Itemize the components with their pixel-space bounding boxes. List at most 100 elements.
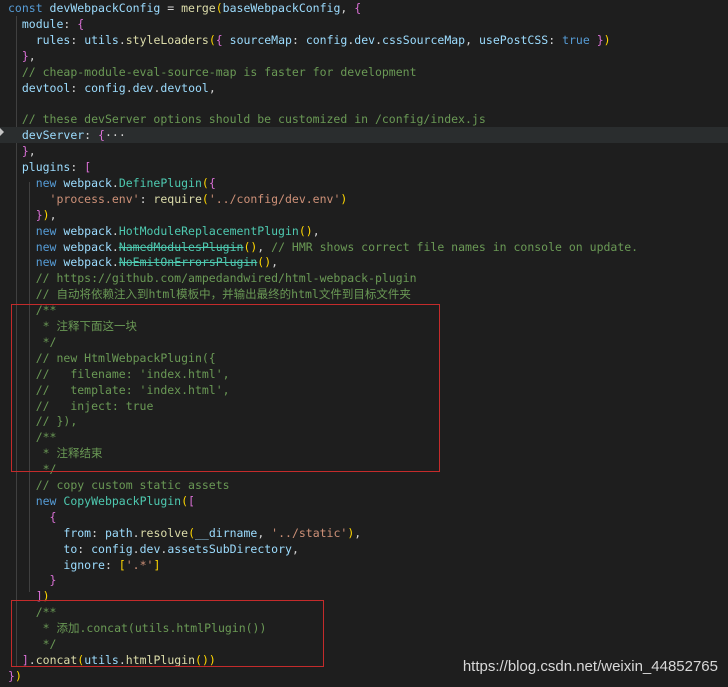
code-token: merge [181,1,216,15]
code-token: usePostCSS [478,32,549,47]
code-token: dev [354,32,376,47]
code-token: { [354,1,362,15]
code-token: . [125,80,133,95]
code-token: // 自动将依赖注入到html模板中，并输出最终的html文件到目标文件夹 [35,287,411,302]
code-line[interactable]: module: { [8,16,84,32]
code-line[interactable]: new webpack.NoEmitOnErrorsPlugin(), [8,254,278,270]
code-token: devtool [160,80,209,95]
code-line[interactable]: new webpack.DefinePlugin({ [8,175,216,191]
code-token: . [132,525,140,540]
code-token: ) [340,191,348,206]
code-token: new [35,239,64,254]
code-token: baseWebpackConfig [222,1,341,15]
code-line[interactable]: }, [8,143,36,159]
code-line[interactable]: plugins: [ [8,159,91,175]
code-token: { [98,128,105,143]
code-token: new [35,493,64,508]
code-line[interactable]: devServer: {··· [0,127,728,144]
code-token: [ [84,160,92,174]
code-token: config [91,541,133,556]
code-line[interactable]: // https://github.com/ampedandwired/html… [8,270,417,286]
code-token: dev [139,541,161,556]
code-token: { [49,509,57,524]
code-token: . [118,32,126,47]
code-token: '../static' [271,525,348,540]
code-token: devWebpackConfig [49,1,161,15]
code-line[interactable]: from: path.resolve(__dirname, '../static… [8,525,361,541]
code-token: ( [188,525,195,540]
code-line[interactable]: 'process.env': require('../config/dev.en… [8,191,348,207]
code-line[interactable]: }), [8,207,57,223]
code-token: = [160,1,182,15]
code-token: path [104,525,133,540]
code-token: require [153,191,202,206]
code-token: config [305,32,348,47]
code-token: utils [84,32,119,47]
code-editor[interactable]: const devWebpackConfig = merge ( baseWebpa… [0,0,728,687]
code-token: true [562,32,590,47]
code-line[interactable]: rules: utils.styleLoaders({ sourceMap: c… [8,32,611,48]
code-line[interactable]: const devWebpackConfig = merge(baseWebpa… [8,0,361,16]
code-token: cssSourceMap [382,32,466,47]
code-line[interactable]: // cheap-module-eval-source-map is faste… [8,64,417,80]
code-token: : [77,541,92,556]
code-token: } [21,48,29,63]
code-token: { [208,175,216,190]
code-token: ( [201,191,209,206]
code-token: ( [201,175,209,190]
code-token: // https://github.com/ampedandwired/html… [35,271,417,286]
code-token: , [49,207,57,222]
code-token: // copy custom static assets [35,478,230,492]
code-token: : [70,32,85,47]
code-token: , [340,1,355,15]
code-token: from [63,525,92,540]
code-line[interactable]: }) [8,668,22,684]
code-line[interactable]: new CopyWebpackPlugin([ [8,493,195,509]
code-line[interactable]: new webpack.HotModuleReplacementPlugin()… [8,223,320,239]
code-line[interactable]: // these devServer options should be cus… [8,111,486,127]
code-line[interactable]: }, [8,48,36,64]
fold-arrow-icon[interactable] [0,128,4,136]
code-line[interactable]: } [8,572,57,588]
code-token: , [208,80,216,95]
code-token: . [111,239,119,254]
code-line[interactable]: ignore: ['.*'] [8,557,160,573]
code-token: new [35,255,64,270]
code-token: [ [188,493,195,508]
code-token: , [257,525,272,540]
code-line[interactable]: // 自动将依赖注入到html模板中，并输出最终的html文件到目标文件夹 [8,286,411,302]
code-token: { [215,32,230,47]
code-token: NamedModulesPlugin [118,239,244,254]
code-line[interactable]: new webpack.NamedModulesPlugin(), // HMR… [8,239,638,255]
code-line[interactable]: { [8,509,57,525]
code-token: } [589,32,604,47]
code-token: () [243,239,258,254]
code-token: // cheap-module-eval-source-map is faste… [21,64,417,79]
code-line[interactable]: // copy custom static assets [8,477,230,493]
code-line[interactable]: devtool: config.dev.devtool, [8,80,216,96]
code-token: ) [14,668,22,683]
code-token: 'process.env' [49,191,140,206]
code-token: NoEmitOnErrorsPlugin [118,255,258,270]
code-token: } [49,573,57,588]
annotation-box-concat [11,600,324,667]
code-token: CopyWebpackPlugin [63,493,182,508]
code-token: } [8,668,15,683]
code-line[interactable]: to: config.dev.assetsSubDirectory, [8,541,298,557]
code-token: () [298,223,313,238]
code-token: : [84,128,99,143]
code-token: const [8,1,50,15]
code-token: : [548,32,563,47]
code-token: { [77,16,85,31]
